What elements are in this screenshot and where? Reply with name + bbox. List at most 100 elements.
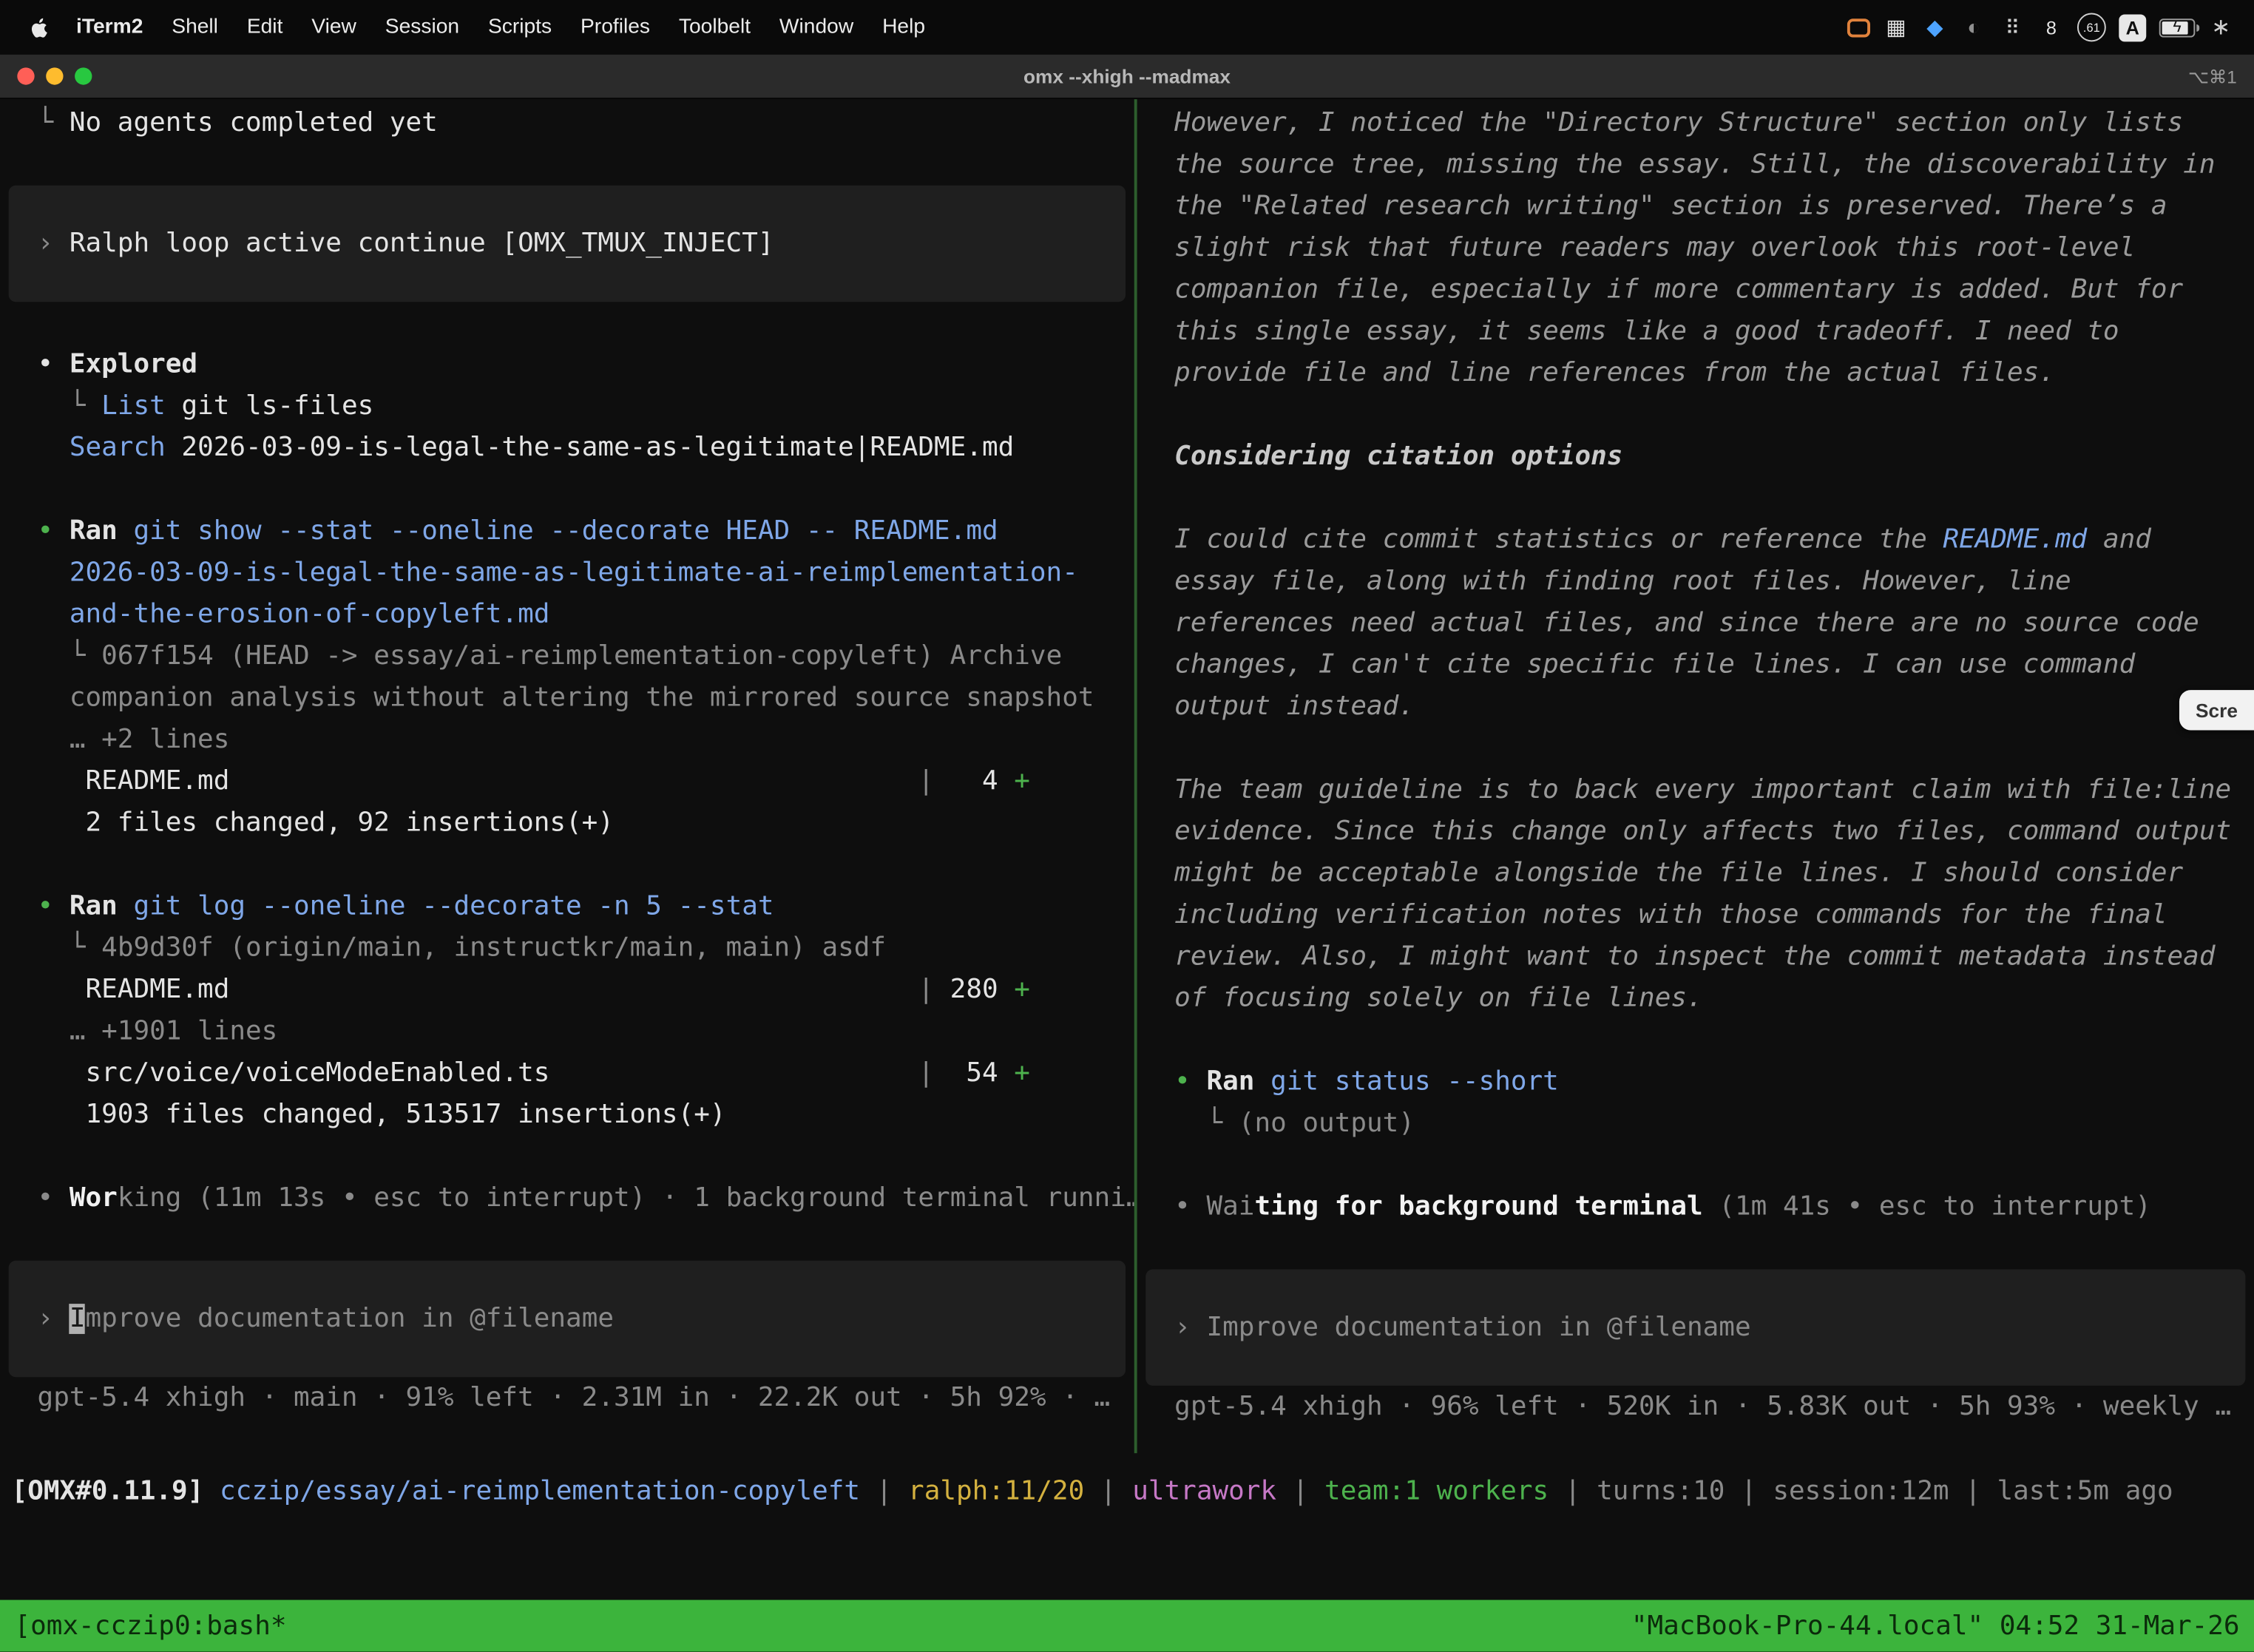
text-segment: gpt-5.4 xhigh · main · 91% left · 2.31M … <box>38 1383 1111 1413</box>
menu-left: iTerm2ShellEditViewSessionScriptsProfile… <box>20 15 939 39</box>
menu-extra-icon[interactable]: ∗ <box>2208 12 2234 44</box>
text-segment: … +2 lines <box>38 725 230 755</box>
text-segment: king <box>118 1183 182 1213</box>
dark-app-icon-glyph: ◐ <box>1967 15 1980 39</box>
menu-item-window[interactable]: Window <box>765 16 867 38</box>
terminal-line: • Waiting for background terminal (1m 41… <box>1137 1186 2254 1228</box>
text-segment: and-the-erosion-of-copyleft.md <box>38 600 550 630</box>
text-segment: ralph:11/20 <box>908 1476 1084 1506</box>
terminal-line <box>1137 728 2254 769</box>
terminal-line <box>0 1219 1134 1260</box>
terminal-line: 1903 files changed, 513517 insertions(+) <box>0 1094 1134 1135</box>
minimize-button[interactable] <box>46 67 63 84</box>
terminal-line <box>1137 1228 2254 1269</box>
menu-item-profiles[interactable]: Profiles <box>566 16 665 38</box>
text-segment: 2026-03-09-is-legal-the-same-as-legitima… <box>38 558 1078 588</box>
text-segment: … +1901 lines <box>38 1016 278 1046</box>
terminal-line: … +2 lines <box>0 719 1134 760</box>
terminal-line <box>1137 394 2254 436</box>
text-segment: the source tree, missing the essay. Stil… <box>1174 149 2215 180</box>
text-segment: git show --stat --oneline --decorate HEA… <box>133 516 998 546</box>
text-segment: However, I noticed the "Directory Struct… <box>1174 108 2183 138</box>
window-titlebar[interactable]: omx --xhigh --madmax ⌥⌘1 <box>0 55 2254 99</box>
input-source-icon[interactable]: A <box>2119 13 2146 41</box>
blue-app-icon[interactable]: ◆ <box>1922 12 1948 44</box>
window-manager-icon[interactable]: ▦ <box>1884 12 1909 44</box>
menu-item-edit[interactable]: Edit <box>232 16 297 38</box>
battery-icon-glyph: ϟ <box>2173 19 2181 35</box>
menu-item-scripts[interactable]: Scripts <box>474 16 566 38</box>
composer-input[interactable]: › Improve documentation in @filename <box>9 1261 1126 1377</box>
terminal-line <box>0 1136 1134 1177</box>
composer-input[interactable]: › Improve documentation in @filename <box>1145 1269 2245 1385</box>
terminal-line: • Ran git log --oneline --decorate -n 5 … <box>0 885 1134 927</box>
text-segment <box>38 433 70 463</box>
text-segment: | <box>1549 1476 1597 1506</box>
terminal-line <box>1137 477 2254 518</box>
text-segment: The team guideline is to back every impo… <box>1174 775 2231 805</box>
terminal-line: 2026-03-09-is-legal-the-same-as-legitima… <box>0 552 1134 593</box>
blue-app-icon-glyph: ◆ <box>1926 14 1943 40</box>
agent-transcript: • Explored └ List git ls-files Search 20… <box>0 302 1134 1261</box>
text-segment: › <box>1174 1313 1206 1343</box>
terminal-line: › Improve documentation in @filename <box>9 1298 1126 1339</box>
menu-item-iterm2[interactable]: iTerm2 <box>62 16 158 38</box>
terminal-line: companion file, especially if more comme… <box>1137 269 2254 311</box>
text-segment: Wai <box>1206 1191 1254 1222</box>
terminal-line: this single essay, it seems like a good … <box>1137 311 2254 352</box>
apple-menu-icon[interactable] <box>20 15 61 39</box>
close-button[interactable] <box>17 67 34 84</box>
text-segment: └ <box>38 933 102 964</box>
ralph-loop-banner: › Ralph loop active continue [OMX_TMUX_I… <box>9 186 1126 302</box>
terminal-line: gpt-5.4 xhigh · 96% left · 520K in · 5.8… <box>1137 1386 2254 1427</box>
menu-extra-icon-glyph: ∗ <box>2211 13 2230 41</box>
menu-item-toolbelt[interactable]: Toolbelt <box>664 16 765 38</box>
dark-app-icon[interactable]: ◐ <box>1960 12 1986 44</box>
terminal-line <box>0 143 1134 185</box>
text-segment: (1m 41s • esc to interrupt) <box>1703 1191 2151 1222</box>
dots-grid-icon[interactable]: ⠿ <box>2000 12 2025 44</box>
terminal-line: provide file and line references from th… <box>1137 352 2254 393</box>
text-segment: | <box>1949 1476 1997 1506</box>
menu-item-shell[interactable]: Shell <box>158 16 233 38</box>
text-segment: 4b9d30f (origin/main, instructkr/main, m… <box>101 933 886 964</box>
menu-items: iTerm2ShellEditViewSessionScriptsProfile… <box>62 16 940 38</box>
terminal-line: including verification notes with those … <box>1137 894 2254 935</box>
text-segment: session:12m <box>1773 1476 1949 1506</box>
text-segment: ultrawork <box>1132 1476 1276 1506</box>
text-segment: + <box>1014 766 1030 796</box>
terminal-line: • Explored <box>0 344 1134 385</box>
menu-item-session[interactable]: Session <box>370 16 473 38</box>
text-segment: I could cite commit statistics or refere… <box>1174 525 1943 555</box>
text-segment: README.md <box>1943 525 2087 555</box>
terminal-line: └ List git ls-files <box>0 385 1134 427</box>
keyboard-layout-icon[interactable]: 8 <box>2038 12 2064 44</box>
screen-sharing-pill[interactable]: Scre <box>2179 690 2254 730</box>
battery-percent-icon[interactable]: .61 <box>2077 13 2106 41</box>
text-segment: └ <box>38 391 102 422</box>
screen-recording-indicator[interactable] <box>1847 18 1870 36</box>
text-segment: └ <box>38 641 102 671</box>
text-segment: 4 <box>934 766 1014 796</box>
iterm2-window: iTerm2ShellEditViewSessionScriptsProfile… <box>0 0 2254 1651</box>
terminal-line: The team guideline is to back every impo… <box>1137 769 2254 810</box>
text-segment: › <box>38 228 70 259</box>
menu-item-view[interactable]: View <box>297 16 370 38</box>
text-segment: Ran <box>70 516 134 546</box>
text-segment: 2 files changed, 92 insertions(+) <box>38 808 614 838</box>
model-status-line: gpt-5.4 xhigh · 96% left · 520K in · 5.8… <box>1137 1386 2254 1427</box>
text-segment: git status --short <box>1270 1066 1559 1097</box>
terminal-line <box>0 469 1134 510</box>
text-segment: Search <box>70 433 166 463</box>
text-segment: | <box>1725 1476 1773 1506</box>
text-segment: | <box>918 1058 934 1089</box>
battery-icon[interactable]: ϟ <box>2159 18 2196 36</box>
text-segment: the "Related research writing" section i… <box>1174 192 2167 222</box>
pane-right[interactable]: However, I noticed the "Directory Struct… <box>1137 99 2254 1453</box>
zoom-button[interactable] <box>75 67 92 84</box>
text-segment: mprove documentation in @filename <box>86 1304 615 1334</box>
menu-item-help[interactable]: Help <box>868 16 940 38</box>
pane-left[interactable]: └ No agents completed yet› Ralph loop ac… <box>0 99 1134 1453</box>
text-segment: team:1 workers <box>1324 1476 1549 1506</box>
text-segment: + <box>1014 975 1030 1005</box>
